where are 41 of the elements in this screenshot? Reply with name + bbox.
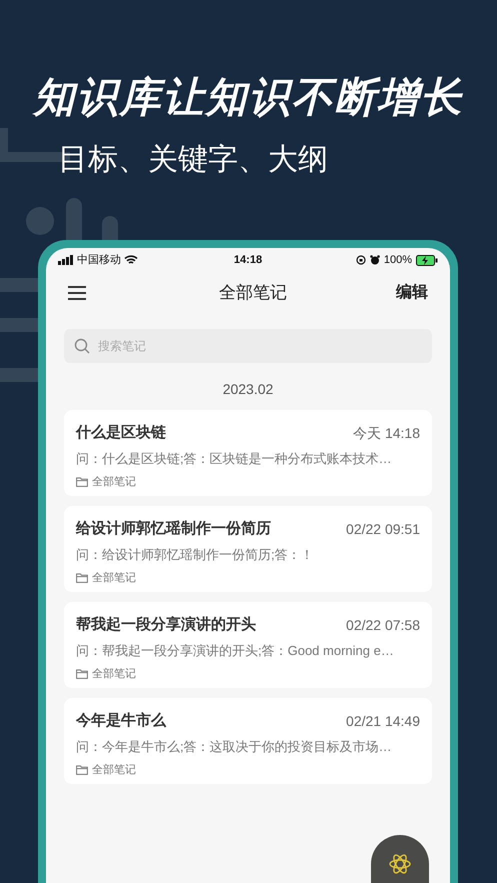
note-preview: 问：什么是区块链;答：区块链是一种分布式账本技术… (76, 450, 392, 468)
folder-icon (76, 765, 88, 776)
battery-charging-icon (416, 254, 438, 266)
note-card[interactable]: 帮我起一段分享演讲的开头 02/22 07:58 问：帮我起一段分享演讲的开头;答：Good morning e… 全部笔记 (64, 602, 432, 688)
section-date: 2023.02 (222, 380, 274, 399)
note-time: 02/22 07:58 (346, 616, 420, 635)
page-title: 全部笔记 (219, 282, 287, 304)
note-title: 给设计师郭忆瑶制作一份简历 (76, 519, 271, 539)
signal-icon (58, 255, 74, 265)
note-time: 02/21 14:49 (346, 712, 420, 731)
carrier-name: 中国移动 (77, 252, 121, 268)
search-field[interactable]: 搜索笔记 (64, 329, 432, 363)
folder-label: 全部笔记 (92, 474, 136, 490)
folder-label: 全部笔记 (92, 666, 136, 682)
clock-time: 14:18 (234, 252, 262, 268)
atom-icon (389, 853, 411, 875)
menu-icon[interactable] (68, 286, 86, 300)
note-preview: 问：帮我起一段分享演讲的开头;答：Good morning e… (76, 642, 394, 660)
subtitle: 目标、关键字、大纲 (58, 142, 328, 178)
note-time: 02/22 09:51 (346, 520, 420, 539)
folder-label: 全部笔记 (92, 762, 136, 778)
note-title: 帮我起一段分享演讲的开头 (76, 615, 256, 635)
note-time: 今天 14:18 (353, 424, 420, 443)
headline: 知识库让知识不断增长 (31, 73, 464, 122)
note-preview: 问：给设计师郭忆瑶制作一份简历;答：！ (76, 546, 314, 564)
note-title: 什么是区块链 (76, 423, 166, 443)
note-card[interactable]: 什么是区块链 今天 14:18 问：什么是区块链;答：区块链是一种分布式账本技术… 全部笔记 (64, 410, 432, 496)
folder-icon (76, 669, 88, 680)
rotation-lock-icon (356, 255, 366, 265)
alarm-icon (370, 255, 380, 265)
note-preview: 问：今年是牛市么;答：这取决于你的投资目标及市场… (76, 738, 392, 756)
folder-icon (76, 477, 88, 488)
note-card[interactable]: 今年是牛市么 02/21 14:49 问：今年是牛市么;答：这取决于你的投资目标及市场… 全部笔记 (64, 698, 432, 784)
note-title: 今年是牛市么 (76, 711, 166, 731)
wifi-icon (124, 255, 138, 265)
folder-label: 全部笔记 (92, 570, 136, 586)
edit-button[interactable]: 编辑 (396, 281, 428, 305)
search-icon (74, 338, 90, 354)
folder-icon (76, 573, 88, 584)
note-card[interactable]: 给设计师郭忆瑶制作一份简历 02/22 09:51 问：给设计师郭忆瑶制作一份简历;答：！ 全部笔记 (64, 506, 432, 592)
battery-percent: 100% (384, 252, 412, 268)
